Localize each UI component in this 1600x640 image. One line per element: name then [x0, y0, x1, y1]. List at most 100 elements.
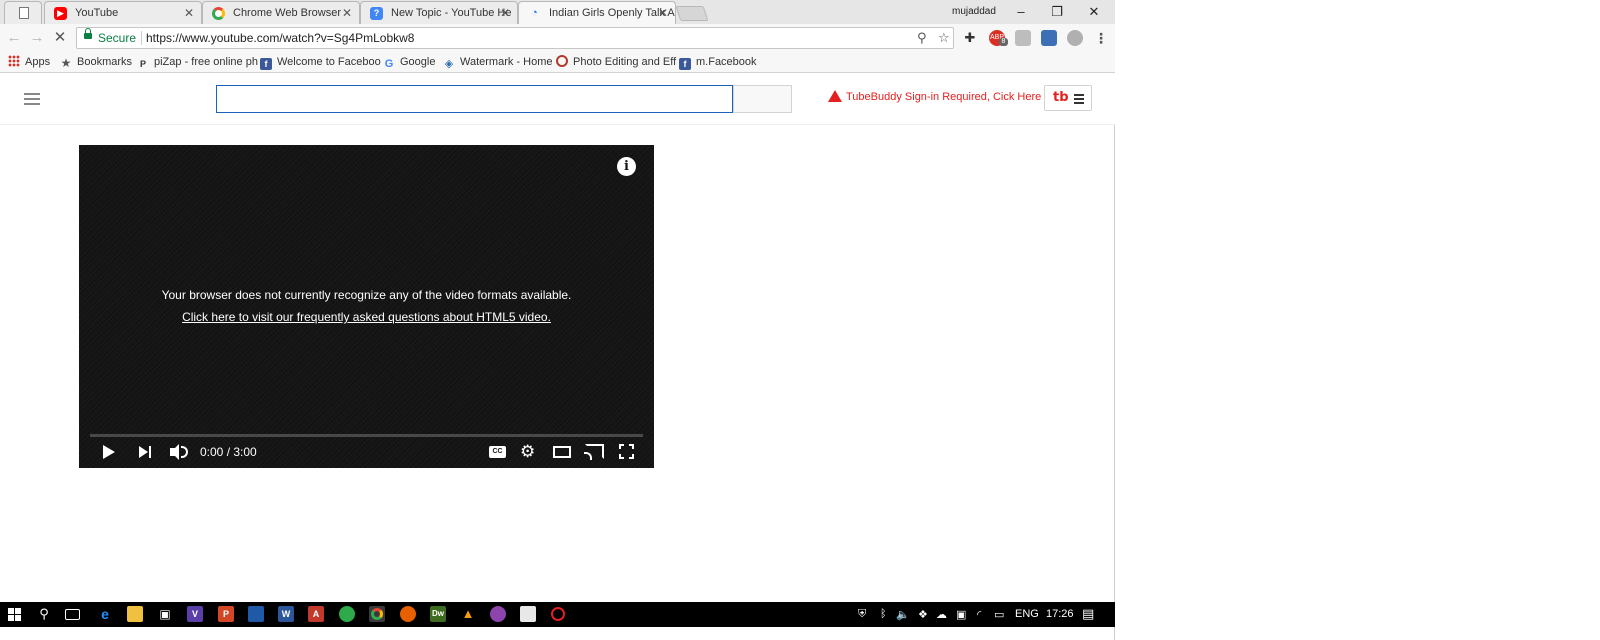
next-icon[interactable] — [139, 446, 153, 458]
bookmark-facebook-welcome[interactable]: f Welcome to Faceboo — [260, 55, 381, 70]
restore-button[interactable]: ❐ — [1039, 0, 1075, 24]
google-icon: G — [384, 58, 394, 70]
vlc-icon[interactable]: ▲ — [460, 606, 476, 622]
close-icon[interactable]: ✕ — [184, 2, 194, 24]
speed-dial-icon[interactable] — [1067, 30, 1083, 46]
volume-tray-icon[interactable]: 🔈 — [896, 608, 910, 621]
notes-icon[interactable] — [520, 606, 536, 622]
subtitles-icon[interactable]: CC — [489, 446, 506, 458]
url-separator — [141, 31, 142, 45]
html5-faq-link[interactable]: Click here to visit our frequently asked… — [79, 310, 654, 324]
bookmark-star-icon[interactable]: ☆ — [938, 30, 950, 46]
bookmark-photo-editing[interactable]: Photo Editing and Eff — [556, 55, 676, 70]
stop-icon[interactable]: ✕ — [50, 28, 70, 48]
google-icon — [212, 7, 225, 20]
search-button[interactable] — [733, 85, 792, 113]
video-error-message: Your browser does not currently recogniz… — [161, 288, 572, 302]
tubebuddy-signin-link[interactable]: TubeBuddy Sign-in Required, Cick Here — [828, 90, 1041, 103]
windows-start-icon[interactable] — [8, 608, 21, 621]
puzzle-icon[interactable]: ✚ — [962, 30, 978, 46]
file-explorer-icon[interactable] — [127, 606, 143, 622]
minimize-button[interactable]: – — [1003, 0, 1039, 24]
photo-edit-icon — [556, 55, 568, 67]
tubebuddy-button[interactable]: tb — [1044, 85, 1092, 111]
tab-label: Chrome Web Browser — [233, 7, 341, 19]
windows-taskbar: ⚲ e ▣ V P W A Dw ▲ ⛨ ᛒ 🔈 ❖ ☁ ▣ ◜ ▭ ENG 1… — [0, 602, 1115, 627]
tab-blank[interactable] — [4, 1, 42, 24]
close-icon[interactable]: ✕ — [500, 2, 510, 24]
word-icon[interactable]: W — [278, 606, 294, 622]
tab-new-topic[interactable]: ? New Topic - YouTube He ✕ — [360, 1, 518, 24]
app-icon[interactable] — [248, 606, 264, 622]
close-icon[interactable]: ✕ — [342, 2, 352, 24]
search-icon[interactable]: ⚲ — [36, 606, 52, 622]
close-icon[interactable]: ✕ — [658, 2, 668, 24]
notifications-icon[interactable]: ▤ — [1082, 606, 1094, 622]
firefox-icon[interactable] — [400, 606, 416, 622]
pizap-icon: P — [139, 59, 146, 69]
powerpoint-icon[interactable]: P — [218, 606, 234, 622]
bookmark-bookmarks[interactable]: ★ Bookmarks — [60, 55, 132, 70]
tab-youtube[interactable]: ▶ YouTube ✕ — [44, 1, 202, 24]
fullscreen-icon[interactable] — [619, 444, 634, 459]
store-icon[interactable]: ▣ — [157, 606, 173, 622]
guide-menu-icon[interactable] — [24, 93, 40, 105]
url-text[interactable]: https://www.youtube.com/watch?v=Sg4PmLob… — [146, 31, 414, 45]
bookmark-google[interactable]: G Google — [383, 55, 436, 70]
tab-indian-girls[interactable]: ◔ Indian Girls Openly Talk A ✕ — [518, 1, 676, 25]
clock[interactable]: 17:26 — [1046, 608, 1074, 620]
volume-icon[interactable] — [170, 444, 188, 460]
bookmarks-bar: Apps ★ Bookmarks PpiZap - free online ph … — [0, 52, 1115, 73]
onedrive-icon[interactable]: ☁ — [936, 608, 947, 621]
chrome-icon[interactable] — [369, 606, 385, 622]
zoom-icon[interactable]: ⚲ — [917, 30, 927, 46]
teamviewer-icon[interactable]: ▣ — [956, 608, 966, 621]
wifi-icon[interactable]: ◜ — [977, 608, 981, 621]
acrobat-icon[interactable]: A — [308, 606, 324, 622]
bookmark-watermark[interactable]: ◈ Watermark - Home — [443, 55, 553, 70]
opera-icon[interactable] — [551, 607, 565, 621]
dreamweaver-icon[interactable]: Dw — [430, 606, 446, 622]
gear-icon[interactable]: ⚙ — [520, 442, 535, 462]
window-close-button[interactable]: ✕ — [1076, 0, 1112, 24]
menu-dots-icon[interactable]: ⋮ — [1093, 30, 1109, 46]
tubebuddy-logo: tb — [1053, 90, 1069, 105]
browser-window: ▶ YouTube ✕ Chrome Web Browser ✕ ? New T… — [0, 0, 1115, 640]
help-icon: ? — [370, 7, 383, 20]
cast-icon[interactable] — [584, 444, 604, 460]
extension-icon[interactable] — [1015, 30, 1031, 46]
back-icon[interactable]: ← — [4, 28, 24, 48]
facebook-icon: f — [260, 58, 272, 70]
dropbox-icon[interactable]: ❖ — [918, 608, 928, 621]
profile-name[interactable]: mujaddad — [952, 6, 996, 17]
theater-mode-icon[interactable] — [553, 446, 571, 458]
desktop-background — [1115, 0, 1600, 640]
photo-extension-icon[interactable] — [1041, 30, 1057, 46]
warning-icon — [828, 90, 842, 102]
language-indicator[interactable]: ENG — [1015, 608, 1039, 620]
green-app-icon[interactable] — [339, 606, 355, 622]
tab-label: New Topic - YouTube He — [391, 7, 512, 19]
new-tab-button[interactable] — [675, 6, 709, 21]
forward-icon[interactable]: → — [27, 28, 47, 48]
bookmark-apps[interactable]: Apps — [8, 55, 50, 70]
bookmark-m-facebook[interactable]: f m.Facebook — [679, 55, 757, 70]
purple-app-icon[interactable] — [490, 606, 506, 622]
task-view-icon[interactable] — [65, 609, 80, 620]
progress-bar[interactable] — [90, 434, 643, 437]
battery-icon[interactable]: ▭ — [994, 608, 1004, 621]
secure-label[interactable]: Secure — [98, 31, 136, 45]
play-icon[interactable] — [103, 445, 115, 459]
video-player[interactable]: i Your browser does not currently recogn… — [79, 145, 654, 468]
search-input[interactable] — [216, 85, 733, 113]
defender-icon[interactable]: ⛨ — [858, 608, 866, 621]
bookmark-label: Welcome to Faceboo — [277, 56, 381, 68]
edge-icon[interactable]: e — [97, 606, 113, 622]
youtube-header: TubeBuddy Sign-in Required, Cick Here tb — [0, 73, 1115, 125]
bluetooth-icon[interactable]: ᛒ — [880, 608, 887, 620]
tab-chrome-web-browser[interactable]: Chrome Web Browser ✕ — [202, 1, 360, 24]
bookmark-pizap[interactable]: PpiZap - free online ph — [137, 55, 258, 70]
info-icon[interactable]: i — [617, 157, 636, 176]
address-bar[interactable]: Secure https://www.youtube.com/watch?v=S… — [76, 27, 954, 49]
visio-icon[interactable]: V — [187, 606, 203, 622]
